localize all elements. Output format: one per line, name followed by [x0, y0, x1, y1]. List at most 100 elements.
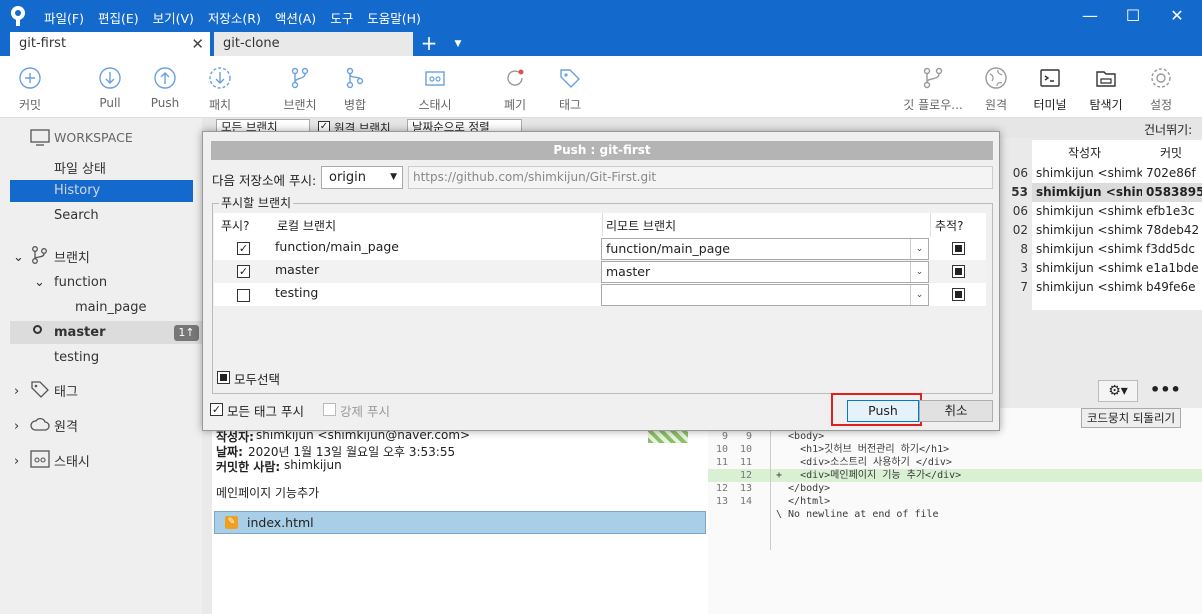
push-toolbar-button[interactable]: Push [145, 56, 185, 118]
settings-button[interactable]: 설정 [1141, 56, 1181, 118]
close-tab-icon[interactable]: ✕ [191, 32, 204, 56]
menu-edit[interactable]: 편집(E) [98, 8, 139, 27]
gitflow-button[interactable]: 깃 플로우... [900, 56, 966, 118]
minimize-icon[interactable]: — [1078, 4, 1102, 28]
history-row[interactable]: 06 shimkijun <shimki efb1e3c [1013, 202, 1202, 221]
revert-hunk-button[interactable]: 코드뭉치 되돌리기 [1081, 408, 1181, 428]
branch-button[interactable]: 브랜치 [280, 56, 320, 118]
sidebar-item-search[interactable]: Search [54, 208, 99, 223]
remote-branch-select[interactable]: function/main_page ⌄ [601, 238, 929, 260]
sidebar-section-remotes[interactable]: 원격 [54, 416, 78, 435]
tags-chevron-icon[interactable]: › [14, 384, 19, 399]
history-row[interactable]: 3 shimkijun <shimki e1a1bde [1020, 259, 1202, 278]
push-checkbox[interactable]: ✓ [237, 242, 250, 255]
author-column-header[interactable]: 작성자 [1068, 144, 1101, 161]
branches-chevron-icon[interactable]: ⌄ [13, 250, 24, 265]
menu-tools[interactable]: 도구 [330, 8, 353, 27]
tag-icon [560, 69, 580, 88]
branch-table: 푸시? 로컬 브랜치 리모트 브랜치 추적? ✓ function/main_p… [214, 213, 986, 306]
remote-branch-select[interactable]: master ⌄ [601, 261, 929, 283]
chevron-down-icon: ⌄ [910, 239, 928, 259]
menu-actions[interactable]: 액션(A) [275, 8, 316, 27]
tab-git-first[interactable]: git-first ✕ [10, 32, 210, 56]
sidebar-item-main-page[interactable]: main_page [75, 300, 146, 315]
push-button[interactable]: Push [847, 400, 919, 422]
terminal-label: 터미널 [1033, 98, 1067, 112]
track-checkbox[interactable] [952, 288, 965, 301]
push-checkbox[interactable] [237, 289, 250, 302]
history-date-fragment: 7 [1020, 280, 1028, 294]
history-date-fragment: 06 [1012, 166, 1028, 180]
sidebar-item-history[interactable]: History [10, 180, 193, 202]
remote-select[interactable]: origin ▼ [321, 166, 403, 189]
menu-file[interactable]: 파일(F) [44, 8, 84, 27]
push-checkbox[interactable]: ✓ [237, 265, 250, 278]
remote-branch-select[interactable]: ⌄ [601, 284, 929, 306]
history-row[interactable]: 7 shimkijun <shimki b49fe6e [1020, 278, 1202, 297]
track-checkbox[interactable] [952, 242, 965, 255]
sidebar-item-function[interactable]: function [54, 275, 107, 290]
remote-button[interactable]: 원격 [976, 56, 1016, 118]
pull-button[interactable]: Pull [90, 56, 130, 118]
diff-line: 10 10 <h1>깃허브 버전관리 하기</h1> [708, 443, 1202, 456]
sidebar-item-file-status[interactable]: 파일 상태 [54, 158, 106, 177]
tab-list-chevron-icon[interactable]: ▼ [450, 32, 466, 56]
tag-label: 태그 [558, 98, 582, 112]
stash-button[interactable]: 스태시 [410, 56, 460, 118]
history-row[interactable]: 06 shimkijun <shimki 702e86f [1013, 164, 1202, 183]
terminal-button[interactable]: 터미널 [1030, 56, 1070, 118]
column-divider [602, 213, 603, 236]
merge-button[interactable]: 병합 [335, 56, 375, 118]
sidebar-item-master[interactable]: master [54, 325, 106, 340]
chevron-down-icon: ⌄ [910, 262, 928, 282]
new-tab-icon[interactable]: + [417, 32, 441, 56]
history-row[interactable]: 8 shimkijun <shimki f3dd5dc [1020, 240, 1202, 259]
sidebar-item-testing[interactable]: testing [54, 350, 99, 365]
cancel-button[interactable]: 취소 [919, 400, 993, 422]
monitor-icon [30, 129, 50, 146]
gear-icon[interactable]: ⚙▾ [1098, 380, 1138, 402]
history-row[interactable]: 02 shimkijun <shimki 78deb42 [1013, 221, 1202, 240]
track-checkbox[interactable] [952, 265, 965, 278]
maximize-icon[interactable]: ☐ [1121, 4, 1145, 28]
modified-file-icon: ✎ [225, 516, 238, 529]
menu-repository[interactable]: 저장소(R) [208, 8, 261, 27]
explorer-button[interactable]: 탐색기 [1085, 56, 1127, 118]
function-chevron-icon[interactable]: ⌄ [34, 275, 45, 290]
gitflow-label: 깃 플로우... [903, 98, 963, 112]
sidebar-section-stashes[interactable]: 스태시 [54, 451, 90, 470]
terminal-icon [1040, 69, 1060, 87]
push-all-tags-label: 모든 태그 푸시 [227, 404, 304, 419]
history-row[interactable]: 53 shimkijun <shimk 0583895 [1011, 183, 1202, 202]
more-options-icon[interactable]: ••• [1150, 380, 1181, 399]
commit-button[interactable]: 커밋 [10, 56, 50, 118]
select-all-checkbox[interactable] [217, 371, 230, 384]
toolbar: 커밋 Pull Push 패치 브랜치 병합 스태시 폐기 태그 깃 플로우..… [0, 56, 1202, 118]
history-commit-hash: efb1e3c [1146, 204, 1195, 218]
history-author: shimkijun <shimki [1036, 204, 1142, 218]
changed-file-name: index.html [247, 515, 314, 530]
fetch-button[interactable]: 패치 [200, 56, 240, 118]
push-all-tags-checkbox[interactable]: ✓ [210, 403, 223, 416]
push-label: Push [150, 96, 180, 110]
sidebar-section-tags[interactable]: 태그 [54, 381, 78, 400]
local-branch-column-header: 로컬 브랜치 [277, 219, 337, 233]
diff-new-line-number: 13 [739, 483, 752, 494]
diff-line: 12 13 </body> [708, 482, 1202, 495]
commit-column-header[interactable]: 커밋 [1160, 144, 1182, 161]
diff-new-line-number: 12 [739, 470, 752, 481]
stashes-chevron-icon[interactable]: › [14, 454, 19, 469]
tab-git-clone[interactable]: git-clone [214, 32, 413, 56]
remotes-chevron-icon[interactable]: › [14, 419, 19, 434]
close-window-icon[interactable]: ✕ [1165, 4, 1189, 28]
force-push-checkbox[interactable] [323, 403, 336, 416]
sidebar-section-branches[interactable]: 브랜치 [54, 247, 90, 266]
menu-help[interactable]: 도움말(H) [367, 8, 421, 27]
tag-button[interactable]: 태그 [550, 56, 590, 118]
history-date-fragment: 02 [1012, 223, 1028, 237]
history-date-fragment: 53 [1011, 185, 1028, 199]
menu-view[interactable]: 보기(V) [153, 8, 194, 27]
history-commit-hash: 78deb42 [1146, 223, 1200, 237]
discard-button[interactable]: 폐기 [495, 56, 535, 118]
changed-file-row[interactable]: ✎ index.html [214, 511, 706, 534]
